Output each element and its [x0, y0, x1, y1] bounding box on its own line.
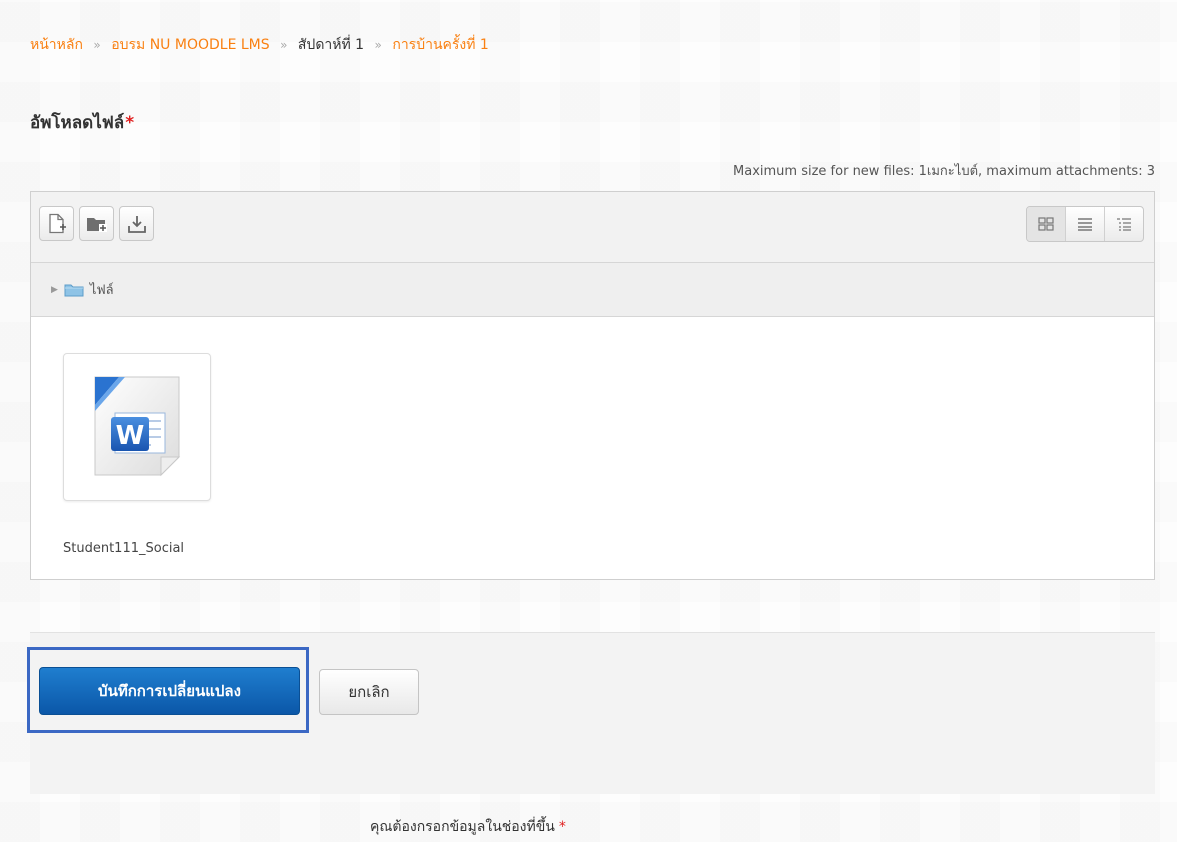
file-manager: ▶ ไฟล์ W Student111_Social: [30, 191, 1155, 580]
form-actions: บันทึกการเปลี่ยนแปลง ยกเลิก: [27, 632, 1155, 794]
required-fields-note: คุณต้องกรอกข้อมูลในช่องที่ขึ้น *: [370, 816, 566, 838]
required-note-text: คุณต้องกรอกข้อมูลในช่องที่ขึ้น: [370, 819, 555, 835]
add-file-button[interactable]: [39, 206, 74, 241]
breadcrumb-activity-link[interactable]: การบ้านครั้งที่ 1: [392, 37, 488, 53]
file-item[interactable]: W Student111_Social: [63, 353, 223, 556]
required-marker: *: [125, 113, 135, 133]
view-icons-icon: [1038, 217, 1054, 231]
upload-label-text: อัพโหลดไฟล์: [30, 113, 125, 133]
view-details-button[interactable]: [1065, 207, 1104, 241]
view-details-icon: [1078, 218, 1092, 231]
svg-text:W: W: [116, 421, 145, 451]
upload-field-label: อัพโหลดไฟล์*: [30, 109, 134, 136]
save-changes-button[interactable]: บันทึกการเปลี่ยนแปลง: [39, 667, 300, 715]
breadcrumb-separator: »: [374, 38, 382, 52]
file-thumbnail: W: [63, 353, 211, 501]
file-manager-toolbar: [31, 192, 1154, 263]
view-tree-button[interactable]: [1104, 207, 1143, 241]
create-folder-icon: [86, 217, 107, 232]
view-tree-icon: [1117, 218, 1131, 231]
download-button[interactable]: [119, 206, 154, 241]
page: หน้าหลัก » อบรม NU MOODLE LMS » สัปดาห์ท…: [0, 0, 1177, 842]
view-icons-button[interactable]: [1027, 207, 1065, 241]
breadcrumb-separator: »: [280, 38, 288, 52]
word-document-icon: W: [94, 376, 181, 477]
upload-limits-text: Maximum size for new files: 1เมกะไบต์, m…: [733, 164, 1155, 179]
breadcrumb: หน้าหลัก » อบรม NU MOODLE LMS » สัปดาห์ท…: [30, 34, 489, 56]
breadcrumb-course-link[interactable]: อบรม NU MOODLE LMS: [111, 37, 269, 53]
folder-path-label[interactable]: ไฟล์: [90, 279, 114, 300]
download-icon: [127, 215, 146, 233]
cancel-button[interactable]: ยกเลิก: [319, 669, 419, 715]
file-manager-content: W Student111_Social: [31, 317, 1154, 581]
breadcrumb-section: สัปดาห์ที่ 1: [297, 37, 365, 53]
add-file-icon: [48, 213, 66, 233]
create-folder-button[interactable]: [79, 206, 114, 241]
required-marker: *: [558, 819, 566, 835]
folder-icon: [64, 283, 84, 297]
view-switcher: [1026, 206, 1144, 242]
expand-arrow-icon[interactable]: ▶: [51, 285, 58, 295]
file-name: Student111_Social: [63, 541, 185, 556]
breadcrumb-separator: »: [93, 38, 101, 52]
breadcrumb-home-link[interactable]: หน้าหลัก: [30, 37, 83, 53]
file-manager-path-bar: ▶ ไฟล์: [31, 263, 1154, 317]
toolbar-actions: [39, 206, 154, 241]
